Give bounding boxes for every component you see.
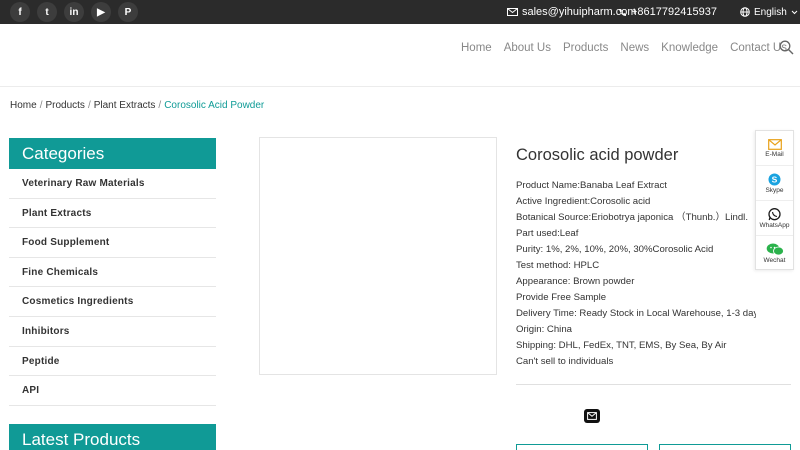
category-peptide[interactable]: Peptide bbox=[9, 347, 216, 377]
top-phone-text: +8617792415937 bbox=[631, 6, 717, 18]
contact-button[interactable] bbox=[659, 444, 791, 450]
categories-list: Veterinary Raw Materials Plant Extracts … bbox=[9, 169, 216, 406]
top-bar: f t in ▶ P sales@yihuipharm.com +8617792… bbox=[0, 0, 800, 24]
spec-line: Can't sell to individuals bbox=[516, 356, 614, 367]
header-divider bbox=[0, 86, 800, 87]
wechat-icon bbox=[766, 243, 784, 256]
breadcrumb-separator: / bbox=[158, 100, 162, 111]
spec-line: Test method: HPLC bbox=[516, 260, 600, 271]
float-email-label: E-Mail bbox=[765, 150, 784, 158]
breadcrumb-separator: / bbox=[87, 100, 91, 111]
linkedin-icon[interactable]: in bbox=[64, 2, 84, 22]
breadcrumb-home[interactable]: Home bbox=[10, 100, 37, 111]
float-skype-label: Skype bbox=[765, 186, 784, 194]
spec-line: Provide Free Sample bbox=[516, 292, 607, 303]
facebook-icon[interactable]: f bbox=[10, 2, 30, 22]
spec-line: Shipping: DHL, FedEx, TNT, EMS, By Sea, … bbox=[516, 340, 727, 351]
search-icon[interactable] bbox=[779, 40, 794, 55]
nav-products[interactable]: Products bbox=[563, 42, 608, 54]
spec-line: Origin: China bbox=[516, 324, 572, 335]
breadcrumb: Home / Products / Plant Extracts / Corosolic A… bbox=[10, 100, 264, 111]
language-selector[interactable]: English bbox=[740, 0, 800, 24]
envelope-icon bbox=[507, 8, 518, 16]
category-plant-extracts[interactable]: Plant Extracts bbox=[9, 199, 216, 229]
category-cosmetics-ingredients[interactable]: Cosmetics Ingredients bbox=[9, 287, 216, 317]
top-phone-link[interactable]: +8617792415937 bbox=[618, 0, 717, 24]
main-nav: Home About Us Products News Knowledge Co… bbox=[461, 42, 799, 54]
float-whatsapp[interactable]: WhatsApp bbox=[756, 201, 793, 236]
spec-line: Delivery Time: Ready Stock in Local Ware… bbox=[516, 308, 756, 319]
twitter-icon[interactable]: t bbox=[37, 2, 57, 22]
latest-products-heading: Latest Products bbox=[9, 424, 216, 450]
email-icon bbox=[767, 138, 782, 150]
spec-line: Part used:Leaf bbox=[516, 228, 579, 239]
nav-knowledge[interactable]: Knowledge bbox=[661, 42, 718, 54]
breadcrumb-current: Corosolic Acid Powder bbox=[164, 100, 265, 111]
phone-icon bbox=[619, 8, 626, 16]
category-api[interactable]: API bbox=[9, 376, 216, 406]
product-specs: Product Name:Banaba Leaf Extract Active … bbox=[516, 178, 756, 370]
envelope-icon bbox=[587, 412, 597, 420]
float-email[interactable]: E-Mail bbox=[756, 131, 793, 166]
floating-contact-panel: E-Mail S Skype WhatsApp Wechat bbox=[755, 130, 794, 270]
category-fine-chemicals[interactable]: Fine Chemicals bbox=[9, 258, 216, 288]
spec-line: Purity: 1%, 2%, 10%, 20%, 30%Corosolic A… bbox=[516, 244, 714, 255]
chevron-down-icon bbox=[791, 10, 798, 14]
breadcrumb-plant-extracts[interactable]: Plant Extracts bbox=[94, 100, 156, 111]
product-image[interactable] bbox=[259, 137, 497, 375]
product-divider bbox=[516, 384, 791, 385]
inquiry-button[interactable] bbox=[516, 444, 648, 450]
nav-about-us[interactable]: About Us bbox=[504, 42, 551, 54]
social-links: f t in ▶ P bbox=[10, 2, 138, 22]
product-title: Corosolic acid powder bbox=[516, 146, 679, 164]
whatsapp-icon bbox=[768, 207, 781, 220]
float-whatsapp-label: WhatsApp bbox=[759, 221, 790, 229]
spec-line: Active Ingredient:Corosolic acid bbox=[516, 196, 651, 207]
float-wechat[interactable]: Wechat bbox=[756, 236, 793, 271]
language-label: English bbox=[754, 6, 787, 18]
pinterest-icon[interactable]: P bbox=[118, 2, 138, 22]
skype-icon: S bbox=[768, 173, 781, 185]
share-email-button[interactable] bbox=[584, 409, 600, 423]
globe-icon bbox=[740, 7, 750, 17]
spec-line: Botanical Source:Eriobotrya japonica （Th… bbox=[516, 212, 748, 223]
categories-heading: Categories bbox=[9, 138, 216, 169]
float-skype[interactable]: S Skype bbox=[756, 166, 793, 201]
youtube-icon[interactable]: ▶ bbox=[91, 2, 111, 22]
category-food-supplement[interactable]: Food Supplement bbox=[9, 228, 216, 258]
nav-news[interactable]: News bbox=[620, 42, 649, 54]
category-inhibitors[interactable]: Inhibitors bbox=[9, 317, 216, 347]
svg-text:S: S bbox=[772, 174, 778, 184]
float-wechat-label: Wechat bbox=[763, 257, 786, 264]
category-veterinary-raw-materials[interactable]: Veterinary Raw Materials bbox=[9, 169, 216, 199]
spec-line: Appearance: Brown powder bbox=[516, 276, 635, 287]
breadcrumb-products[interactable]: Products bbox=[45, 100, 84, 111]
nav-home[interactable]: Home bbox=[461, 42, 492, 54]
spec-line: Product Name:Banaba Leaf Extract bbox=[516, 180, 667, 191]
breadcrumb-separator: / bbox=[39, 100, 43, 111]
